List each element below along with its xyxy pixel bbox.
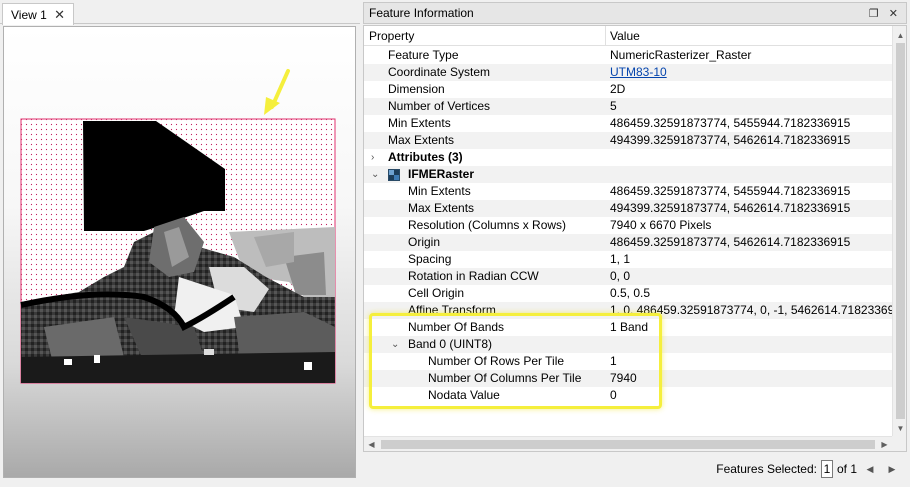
feature-information-panel: Feature Information ❐ ✕ Property Value F…: [363, 0, 910, 487]
page-count-label: of 1: [836, 462, 857, 476]
close-panel-icon[interactable]: ✕: [889, 7, 898, 20]
next-page-icon[interactable]: ▶: [883, 464, 901, 475]
highlight-annotation: [369, 313, 662, 409]
view-panel: View 1 ✕: [0, 0, 360, 487]
raster-preview: [20, 69, 336, 384]
panel-title: Feature Information: [369, 6, 474, 20]
restore-icon[interactable]: ❐: [869, 7, 879, 20]
scroll-down-icon[interactable]: ▼: [893, 421, 906, 436]
attributes-group-row[interactable]: › Attributes (3): [364, 149, 892, 166]
close-tab-icon[interactable]: ✕: [54, 8, 65, 21]
features-selected-label: Features Selected:: [716, 462, 817, 476]
vertical-scrollbar[interactable]: ▲ ▼: [892, 26, 906, 436]
table-row[interactable]: Origin 486459.32591873774, 5462614.71823…: [364, 234, 892, 251]
scroll-left-icon[interactable]: ◀: [364, 437, 379, 451]
table-row[interactable]: Resolution (Columns x Rows) 7940 x 6670 …: [364, 217, 892, 234]
table-row[interactable]: Rotation in Radian CCW 0, 0: [364, 268, 892, 285]
table-row[interactable]: Number of Vertices 5: [364, 98, 892, 115]
table-row[interactable]: Coordinate System UTM83-10: [364, 64, 892, 81]
table-row[interactable]: Max Extents 494399.32591873774, 5462614.…: [364, 132, 892, 149]
horizontal-scrollbar[interactable]: ◀ ▶: [364, 436, 892, 451]
table-header: Property Value: [364, 26, 892, 46]
table-row[interactable]: Min Extents 486459.32591873774, 5455944.…: [364, 115, 892, 132]
table-row[interactable]: Spacing 1, 1: [364, 251, 892, 268]
vertical-scroll-thumb[interactable]: [896, 43, 905, 419]
panel-titlebar: Feature Information ❐ ✕: [363, 2, 907, 24]
annotation-arrowhead: [264, 97, 280, 115]
coordinate-system-link[interactable]: UTM83-10: [610, 64, 667, 81]
column-header-value[interactable]: Value: [610, 29, 640, 43]
table-row[interactable]: Feature Type NumericRasterizer_Raster: [364, 47, 892, 64]
map-canvas[interactable]: [3, 26, 356, 478]
status-bar: Features Selected: 1 of 1 ◀ ▶: [363, 456, 907, 482]
horizontal-scroll-thumb[interactable]: [381, 440, 875, 449]
table-row[interactable]: Max Extents 494399.32591873774, 5462614.…: [364, 200, 892, 217]
tab-view-1[interactable]: View 1 ✕: [2, 3, 74, 25]
view-tabbar: View 1 ✕: [0, 0, 360, 25]
expand-arrow-icon[interactable]: ›: [371, 149, 374, 166]
previous-page-icon[interactable]: ◀: [861, 464, 879, 475]
scroll-up-icon[interactable]: ▲: [893, 28, 906, 43]
table-row[interactable]: Min Extents 486459.32591873774, 5455944.…: [364, 183, 892, 200]
table-row[interactable]: Dimension 2D: [364, 81, 892, 98]
raster-icon: [388, 169, 400, 181]
scroll-corner: [892, 436, 906, 451]
column-header-property[interactable]: Property: [369, 29, 414, 43]
page-number-input[interactable]: 1: [820, 460, 833, 478]
column-separator[interactable]: [605, 26, 606, 46]
table-row[interactable]: Cell Origin 0.5, 0.5: [364, 285, 892, 302]
tab-label: View 1: [11, 7, 47, 22]
collapse-arrow-icon[interactable]: ⌄: [371, 166, 379, 183]
scroll-right-icon[interactable]: ▶: [877, 437, 892, 451]
ifmeraster-group-row[interactable]: ⌄ IFMERaster: [364, 166, 892, 183]
